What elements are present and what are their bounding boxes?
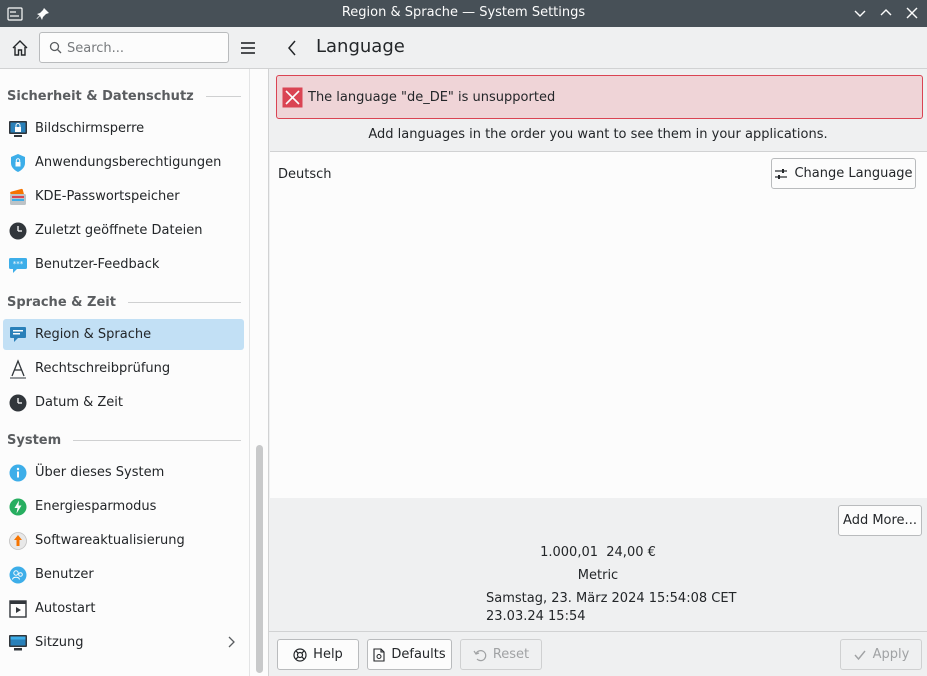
short-date-preview: 23.03.24 15:54: [486, 609, 586, 624]
measurement-preview: Metric: [577, 568, 619, 583]
currency-example: 24,00 €: [606, 545, 656, 560]
numeric-example: 1.000,01: [540, 545, 598, 560]
back-button[interactable]: [281, 37, 303, 59]
language-name: Deutsch: [278, 166, 332, 182]
help-button[interactable]: Help: [277, 639, 359, 670]
footer: Help Defaults Reset Apply: [269, 631, 927, 676]
minimize-icon[interactable]: [851, 4, 869, 22]
sidebar-item-zuletzt-geoeffnete-dateien[interactable]: Zuletzt geöffnete Dateien: [3, 215, 244, 246]
maximize-icon[interactable]: [877, 4, 895, 22]
checkmark-icon: [854, 650, 866, 660]
sidebar-item-rechtschreibpruefung[interactable]: Rechtschreibprüfung: [3, 353, 244, 384]
page-title: Language: [316, 36, 405, 57]
sidebar-item-ueber-dieses-system[interactable]: Über dieses System: [3, 457, 244, 488]
title-bar: Region & Sprache — System Settings: [0, 0, 927, 27]
close-icon[interactable]: [903, 4, 921, 22]
region-icon: [7, 324, 29, 346]
sidebar-item-region-sprache[interactable]: Region & Sprache: [3, 319, 244, 350]
shield-icon: [7, 152, 29, 174]
home-icon: [12, 40, 28, 56]
reset-button[interactable]: Reset: [460, 639, 542, 670]
search-box[interactable]: [39, 32, 229, 63]
sidebar-item-autostart[interactable]: Autostart: [3, 593, 244, 624]
spellcheck-icon: [7, 358, 29, 380]
screen-lock-icon: [7, 118, 29, 140]
window-title: Region & Sprache — System Settings: [341, 5, 586, 20]
sidebar-item-anwendungsberechtigungen[interactable]: Anwendungsberechtigungen: [3, 147, 244, 178]
sidebar-item-benutzer-feedback[interactable]: *** Benutzer-Feedback: [3, 249, 244, 280]
svg-text:***: ***: [13, 260, 24, 268]
home-button[interactable]: [8, 36, 32, 60]
section-header-security: Sicherheit & Datenschutz: [7, 86, 241, 106]
chevron-right-icon: [226, 635, 236, 653]
sidebar-item-kde-passwortspeicher[interactable]: KDE-Passwortspeicher: [3, 181, 244, 212]
language-order-hint: Add languages in the order you want to s…: [368, 127, 828, 142]
sidebar-header: [0, 27, 269, 69]
error-icon: [282, 87, 303, 108]
update-icon: [7, 530, 29, 552]
section-header-language-time: Sprache & Zeit: [7, 292, 241, 312]
error-message: The language "de_DE" is unsupported: [308, 89, 556, 105]
change-language-button[interactable]: Change Language: [771, 158, 916, 189]
main-header: Language: [269, 27, 927, 69]
sidebar-item-bildschirmsperre[interactable]: Bildschirmsperre: [3, 113, 244, 144]
error-banner: The language "de_DE" is unsupported: [276, 75, 923, 119]
sidebar-scrollbar[interactable]: [249, 69, 269, 676]
wallet-icon: [7, 186, 29, 208]
chevron-left-icon: [288, 40, 296, 56]
hamburger-icon: [241, 42, 255, 54]
search-input[interactable]: [67, 38, 222, 58]
sidebar: Sicherheit & Datenschutz Bildschirmsperr…: [0, 69, 249, 676]
power-icon: [7, 496, 29, 518]
info-icon: [7, 462, 29, 484]
number-format-preview: 1.000,01 24,00 €: [269, 545, 927, 560]
main-content: The language "de_DE" is unsupported Add …: [269, 69, 927, 631]
sidebar-item-sitzung[interactable]: Sitzung: [3, 627, 244, 658]
session-icon: [7, 632, 29, 654]
sidebar-scrollbar-thumb[interactable]: [256, 445, 263, 673]
users-icon: [7, 564, 29, 586]
add-more-button[interactable]: Add More...: [838, 505, 922, 536]
defaults-button[interactable]: Defaults: [367, 639, 452, 670]
sidebar-item-energiesparmodus[interactable]: Energiesparmodus: [3, 491, 244, 522]
document-icon: [373, 647, 385, 662]
autostart-icon: [7, 598, 29, 620]
hamburger-menu-button[interactable]: [236, 36, 260, 60]
search-icon: [49, 41, 62, 58]
feedback-icon: ***: [7, 254, 29, 276]
apply-button[interactable]: Apply: [840, 639, 922, 670]
long-date-preview: Samstag, 23. März 2024 15:54:08 CET: [486, 591, 737, 606]
sidebar-item-datum-zeit[interactable]: Datum & Zeit: [3, 387, 244, 418]
sidebar-item-softwareaktualisierung[interactable]: Softwareaktualisierung: [3, 525, 244, 556]
sliders-icon: [775, 168, 788, 179]
clock-icon: [7, 392, 29, 414]
clock-icon: [7, 220, 29, 242]
language-list: Deutsch Change Language: [270, 151, 927, 498]
section-header-system: System: [7, 430, 241, 450]
help-icon: [293, 647, 307, 662]
undo-icon: [473, 649, 487, 661]
sidebar-item-benutzer[interactable]: Benutzer: [3, 559, 244, 590]
